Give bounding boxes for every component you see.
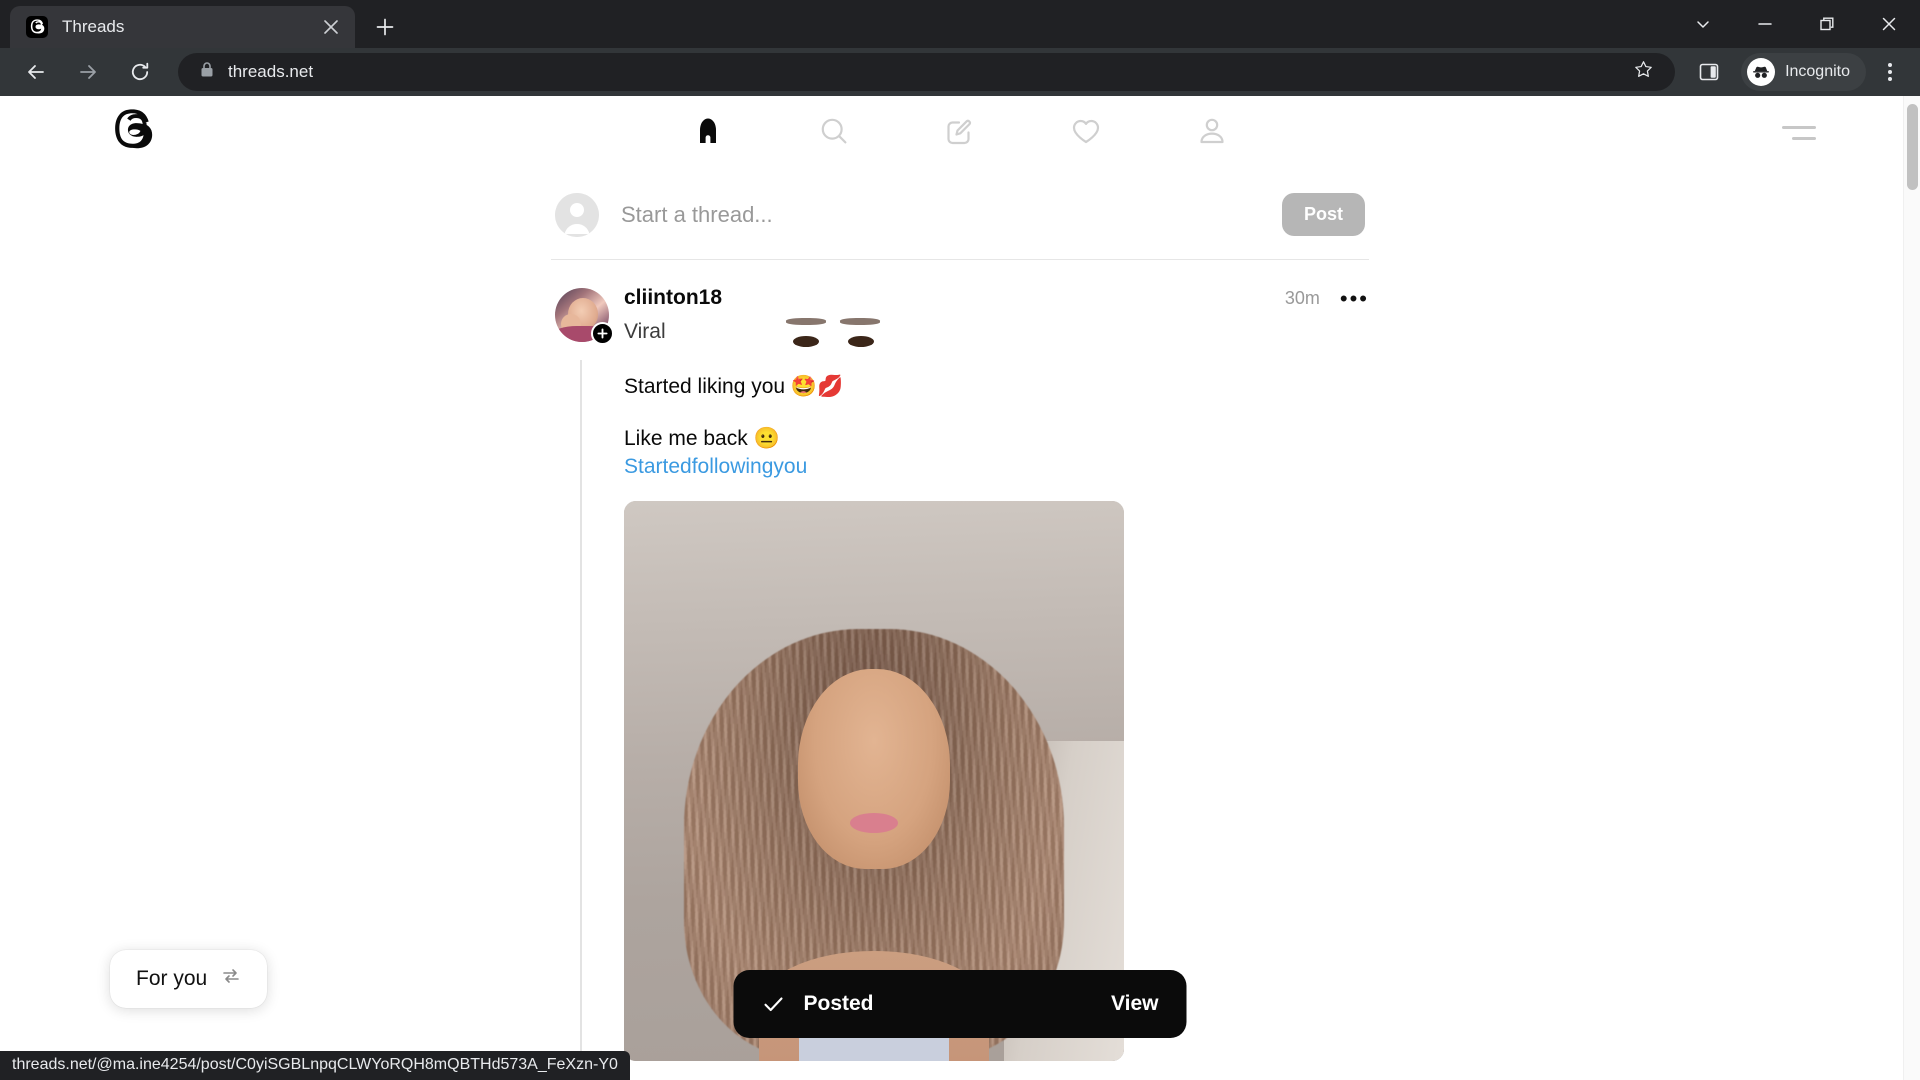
thread-post: cliinton18 30m ••• Viral Started liking … bbox=[551, 260, 1369, 1080]
threads-main-nav bbox=[681, 106, 1239, 160]
post-meta: 30m ••• bbox=[1284, 288, 1369, 310]
three-dots-vertical-icon[interactable] bbox=[1870, 52, 1910, 92]
compose-icon bbox=[944, 115, 976, 152]
browser-window: Threads threads.net Incognito Start a th… bbox=[0, 0, 1920, 1080]
new-tab-button[interactable] bbox=[365, 7, 405, 47]
post-subtitle: Viral bbox=[624, 320, 666, 343]
threads-header bbox=[0, 96, 1920, 170]
check-icon bbox=[762, 992, 786, 1016]
post-text-line-1: Started liking you 🤩💋 bbox=[624, 375, 844, 398]
post-text-line-2: Like me back 😐 bbox=[624, 427, 780, 451]
page-scrollbar[interactable] bbox=[1903, 96, 1920, 1080]
person-icon bbox=[1196, 115, 1228, 152]
swap-arrows-icon bbox=[221, 966, 241, 992]
nav-profile[interactable] bbox=[1185, 106, 1239, 160]
post-hashtag-link[interactable]: Startedfollowingyou bbox=[624, 455, 1369, 479]
link-status-bar: threads.net/@ma.ine4254/post/C0yiSGBLnpq… bbox=[0, 1051, 630, 1080]
arrow-left-icon[interactable] bbox=[16, 52, 56, 92]
post-username[interactable]: cliinton18 bbox=[624, 286, 722, 310]
thread-post-body: cliinton18 30m ••• Viral Started liking … bbox=[624, 286, 1369, 1061]
nav-search[interactable] bbox=[807, 106, 861, 160]
thread-composer-input[interactable]: Start a thread... bbox=[621, 202, 1282, 228]
decorative-detail bbox=[848, 336, 874, 347]
nav-home[interactable] bbox=[681, 106, 735, 160]
decorative-detail bbox=[840, 318, 880, 325]
minimize-icon[interactable] bbox=[1734, 0, 1796, 48]
incognito-profile-button[interactable]: Incognito bbox=[1741, 53, 1866, 91]
nav-create[interactable] bbox=[933, 106, 987, 160]
thread-post-header: cliinton18 30m ••• bbox=[624, 286, 1369, 314]
posted-toast: Posted View bbox=[733, 970, 1187, 1038]
incognito-icon bbox=[1747, 58, 1776, 86]
nav-activity[interactable] bbox=[1059, 106, 1113, 160]
browser-toolbar: threads.net Incognito bbox=[0, 48, 1920, 96]
scrollbar-thumb[interactable] bbox=[1907, 104, 1918, 190]
feed-column: Start a thread... Post cliinton18 30m ••… bbox=[551, 170, 1369, 1080]
address-bar-url[interactable]: threads.net bbox=[228, 62, 1634, 82]
incognito-label: Incognito bbox=[1785, 63, 1850, 80]
feed-switcher-label: For you bbox=[136, 967, 208, 990]
feed-switcher-button[interactable]: For you bbox=[110, 950, 268, 1008]
address-bar[interactable]: threads.net bbox=[178, 53, 1676, 91]
decorative-detail bbox=[793, 336, 819, 347]
heart-icon bbox=[1070, 115, 1102, 152]
toast-message: Posted bbox=[803, 992, 874, 1015]
avatar-placeholder-icon bbox=[555, 192, 599, 237]
plus-badge-icon[interactable] bbox=[591, 322, 614, 345]
three-dots-icon[interactable]: ••• bbox=[1340, 288, 1369, 310]
home-icon bbox=[692, 115, 724, 152]
reload-icon[interactable] bbox=[120, 52, 160, 92]
thread-connector-line bbox=[580, 360, 582, 1080]
chevron-down-icon[interactable] bbox=[1672, 0, 1734, 48]
post-timestamp: 30m bbox=[1284, 288, 1320, 308]
browser-tab-title: Threads bbox=[62, 17, 125, 36]
threads-logo-icon bbox=[26, 16, 48, 38]
window-controls bbox=[1672, 0, 1920, 48]
lock-icon[interactable] bbox=[200, 61, 214, 83]
hamburger-menu-icon[interactable] bbox=[1782, 126, 1816, 140]
star-icon[interactable] bbox=[1634, 60, 1653, 84]
close-icon[interactable] bbox=[1858, 0, 1920, 48]
arrow-right-icon[interactable] bbox=[68, 52, 108, 92]
page-viewport: Start a thread... Post cliinton18 30m ••… bbox=[0, 96, 1920, 1080]
search-icon bbox=[818, 115, 850, 152]
side-panel-icon[interactable] bbox=[1689, 52, 1729, 92]
decorative-detail bbox=[786, 318, 826, 325]
post-button[interactable]: Post bbox=[1281, 193, 1365, 236]
browser-tab-threads[interactable]: Threads bbox=[10, 6, 355, 48]
browser-tabstrip: Threads bbox=[0, 0, 1920, 48]
threads-logo-icon[interactable] bbox=[110, 109, 154, 158]
thread-composer[interactable]: Start a thread... Post bbox=[551, 170, 1369, 260]
maximize-icon[interactable] bbox=[1796, 0, 1858, 48]
toast-view-button[interactable]: View bbox=[1111, 992, 1158, 1016]
close-icon[interactable] bbox=[317, 13, 345, 41]
